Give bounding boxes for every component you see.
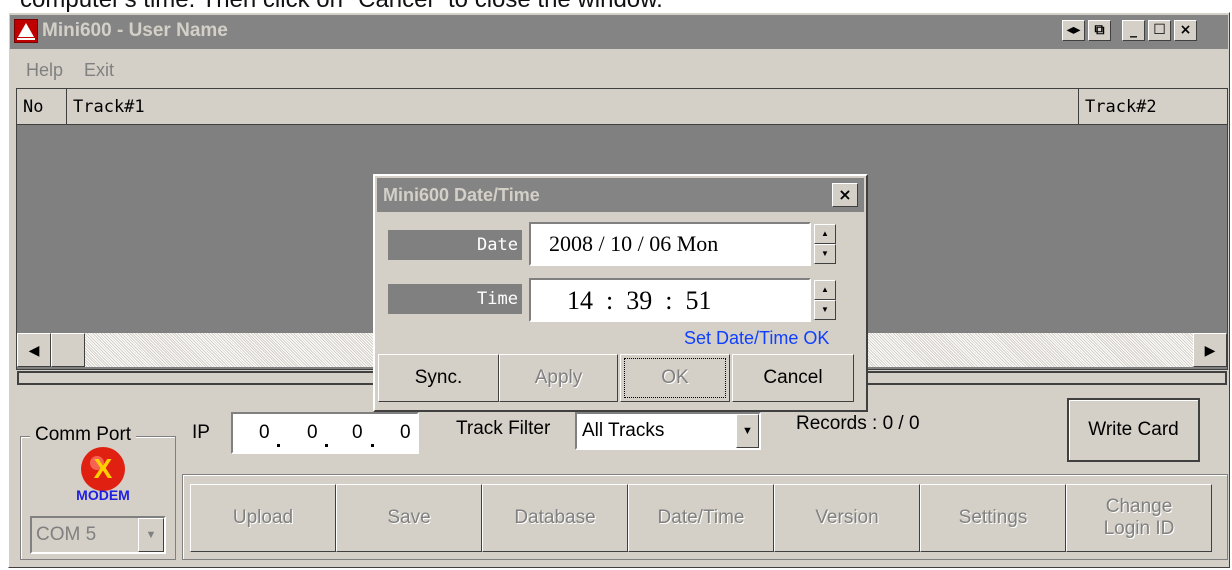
ip-octet-3[interactable]: 0	[352, 422, 363, 444]
cancel-button[interactable]: Cancel	[732, 354, 854, 402]
column-header-no[interactable]: No	[17, 89, 67, 125]
time-spin-down-icon[interactable]: ▼	[814, 300, 836, 320]
tile-icon[interactable]: ◂▸	[1062, 20, 1085, 41]
comm-port-label: Comm Port	[30, 424, 137, 446]
ok-button[interactable]: OK	[620, 354, 730, 402]
date-label: Date	[388, 230, 522, 260]
maximize-button[interactable]: ☐	[1148, 20, 1171, 41]
chevron-down-icon[interactable]: ▼	[736, 414, 759, 448]
version-button[interactable]: Version	[774, 484, 920, 552]
minimize-button[interactable]: _	[1122, 20, 1145, 41]
column-header-track2[interactable]: Track#2	[1079, 89, 1227, 125]
ip-dot	[325, 444, 328, 447]
menu-bar	[10, 52, 1228, 86]
date-time-button[interactable]: Date/Time	[628, 484, 774, 552]
svg-text:X: X	[94, 453, 113, 484]
time-spin-up-icon[interactable]: ▲	[814, 280, 836, 300]
ip-octet-2[interactable]: 0	[307, 422, 318, 444]
app-boat-icon	[14, 19, 38, 43]
records-count: Records : 0 / 0	[796, 413, 920, 434]
track-filter-value: All Tracks	[582, 420, 665, 441]
date-spin-down-icon[interactable]: ▼	[814, 244, 836, 264]
modem-icon[interactable]: X MODEM	[70, 444, 136, 506]
dialog-title: Mini600 Date/Time	[383, 185, 540, 205]
menu-exit[interactable]: Exit	[84, 60, 114, 81]
column-header-track1[interactable]: Track#1	[67, 89, 1079, 125]
time-label: Time	[388, 284, 522, 314]
sync-button[interactable]: Sync.	[378, 354, 499, 402]
database-button[interactable]: Database	[482, 484, 628, 552]
status-message: Set Date/Time OK	[684, 328, 830, 348]
date-spin-up-icon[interactable]: ▲	[814, 224, 836, 244]
change-login-id-button[interactable]: Change Login ID	[1066, 484, 1212, 552]
scroll-left-icon[interactable]: ◀	[17, 333, 51, 367]
upload-button[interactable]: Upload	[190, 484, 336, 552]
ip-dot	[277, 444, 280, 447]
track-filter-label: Track Filter	[456, 418, 551, 439]
dialog-close-icon[interactable]: ×	[832, 183, 858, 207]
chevron-down-icon[interactable]: ▼	[138, 518, 164, 552]
date-value: 2008 / 10 / 06 Mon	[549, 231, 719, 256]
svg-text:MODEM: MODEM	[76, 487, 130, 503]
write-card-button[interactable]: Write Card	[1067, 398, 1200, 462]
time-value: 14 : 39 : 51	[567, 286, 712, 315]
menu-help[interactable]: Help	[26, 60, 63, 81]
apply-button[interactable]: Apply	[499, 354, 618, 402]
ip-label: IP	[192, 422, 210, 443]
caption-text: computer's time. Then click on "Cancel" …	[0, 0, 1232, 12]
restore-icon[interactable]: ⧉	[1088, 20, 1111, 41]
save-button[interactable]: Save	[336, 484, 482, 552]
settings-button[interactable]: Settings	[920, 484, 1066, 552]
ip-octet-1[interactable]: 0	[259, 422, 270, 444]
com-port-value: COM 5	[36, 524, 97, 545]
window-title: Mini600 - User Name	[42, 20, 228, 41]
ip-dot	[371, 444, 374, 447]
close-button[interactable]: ×	[1174, 20, 1197, 41]
scroll-right-icon[interactable]: ▶	[1193, 333, 1227, 367]
ip-octet-4[interactable]: 0	[400, 422, 411, 444]
scroll-thumb[interactable]	[51, 333, 85, 367]
